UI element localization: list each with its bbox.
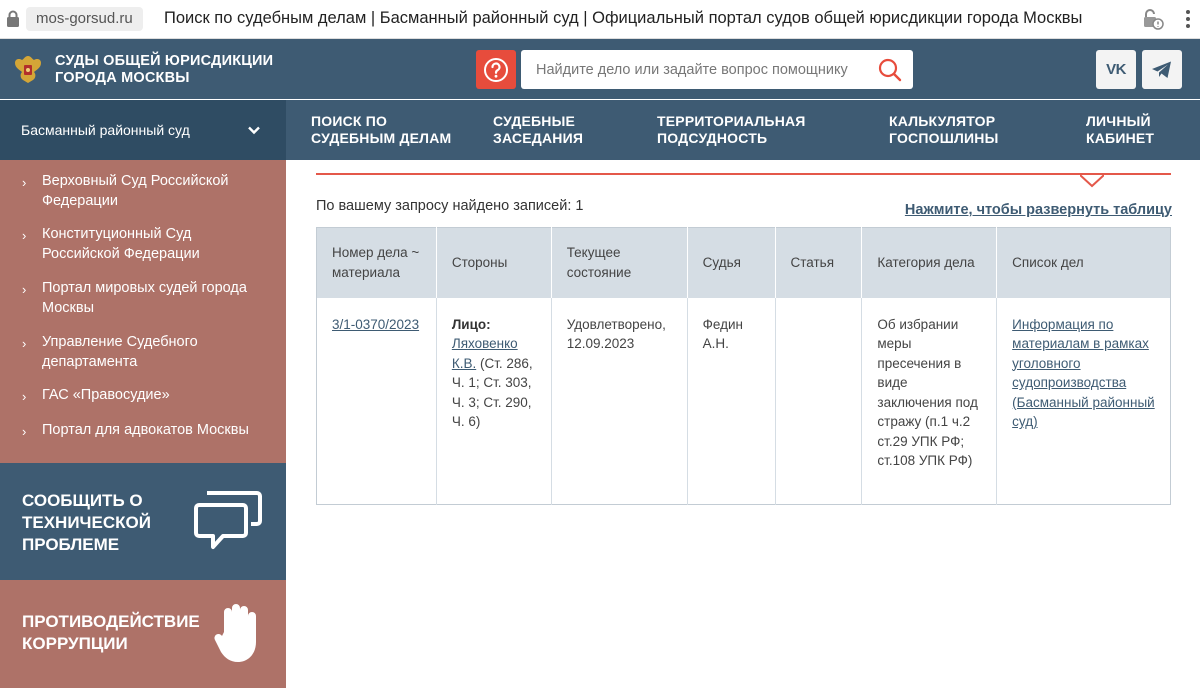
sidebar-links: › Верховный Суд Российской Федерации › Ко… xyxy=(0,160,286,463)
article-cell xyxy=(775,297,863,505)
column-header: Судья xyxy=(687,227,776,298)
column-header: Номер дела ~ материала xyxy=(316,227,437,298)
chevron-down-icon xyxy=(248,126,260,135)
chevron-right-icon: › xyxy=(22,336,27,351)
result-count: По вашему запросу найдено записей: 1 xyxy=(316,198,584,214)
parties-cell: Лицо: Ляховенко К.В. (Ст. 286, Ч. 1; Ст.… xyxy=(436,297,552,505)
hand-icon xyxy=(214,604,256,662)
case-number-cell: 3/1-0370/2023 xyxy=(316,297,437,505)
chevron-right-icon: › xyxy=(22,424,27,439)
emblem-icon[interactable] xyxy=(12,53,44,85)
table-row: 3/1-0370/2023 Лицо: Ляховенко К.В. (Ст. … xyxy=(316,297,1171,505)
nav-court-sessions[interactable]: Судебные заседания xyxy=(493,113,583,147)
search-input[interactable] xyxy=(521,50,861,89)
nav-case-search[interactable]: Поиск по судебным делам xyxy=(311,113,451,147)
nav-jurisdiction[interactable]: Территориальная подсудность xyxy=(657,113,806,147)
vk-button[interactable]: VK xyxy=(1096,50,1136,89)
court-selector-label: Басманный районный суд xyxy=(21,122,190,138)
chevron-right-icon: › xyxy=(22,282,27,297)
question-circle-icon xyxy=(484,57,508,82)
search-box xyxy=(521,50,913,89)
column-header: Категория дела xyxy=(861,227,998,298)
column-header: Список дел xyxy=(996,227,1171,298)
case-list-cell: Информация по материалам в рамках уголов… xyxy=(997,298,1171,505)
site-header: Суды общей юрисдикции города Москвы VK xyxy=(0,39,1200,99)
divider-notch-icon xyxy=(1080,174,1104,188)
content-divider xyxy=(316,173,1171,175)
column-header: Статья xyxy=(775,227,863,298)
search-icon[interactable] xyxy=(877,57,903,83)
anti-corruption[interactable]: Противодействие коррупции xyxy=(0,580,286,688)
status-cell: Удовлетворено, 12.09.2023 xyxy=(551,297,688,505)
main-nav: Поиск по судебным делам Судебные заседан… xyxy=(286,100,1200,160)
sidebar: › Верховный Суд Российской Федерации › Ко… xyxy=(0,160,286,688)
judge-cell: Федин А.Н. xyxy=(687,297,776,505)
vk-icon: VK xyxy=(1106,61,1126,78)
case-number-link[interactable]: 3/1-0370/2023 xyxy=(332,317,419,332)
expand-table-link[interactable]: Нажмите, чтобы развернуть таблицу xyxy=(905,202,1172,218)
report-technical-problem[interactable]: Сообщить о технической проблеме xyxy=(0,463,286,580)
chevron-right-icon: › xyxy=(22,175,27,190)
url-field[interactable]: mos-gorsud.ru xyxy=(26,7,143,31)
anti-corruption-label: Противодействие коррупции xyxy=(22,612,200,653)
column-header: Текущее состояние xyxy=(551,227,688,298)
nav-personal-account[interactable]: Личный кабинет xyxy=(1086,113,1154,147)
help-button[interactable] xyxy=(476,50,516,89)
column-header: Стороны xyxy=(436,227,552,298)
table-header-row: Номер дела ~ материала Стороны Текущее с… xyxy=(316,227,1171,298)
more-vertical-icon[interactable] xyxy=(1184,9,1192,29)
site-info-icon[interactable] xyxy=(1142,8,1164,30)
report-technical-problem-label: Сообщить о технической проблеме xyxy=(22,491,151,554)
site-name[interactable]: Суды общей юрисдикции города Москвы xyxy=(55,53,273,87)
nav-fee-calculator[interactable]: Калькулятор госпошлины xyxy=(889,113,998,147)
lock-icon[interactable] xyxy=(6,10,20,28)
telegram-button[interactable] xyxy=(1142,50,1182,89)
party-label: Лицо: xyxy=(451,316,491,332)
chevron-right-icon: › xyxy=(22,389,27,404)
court-selector[interactable]: Басманный районный суд xyxy=(0,100,286,160)
browser-page-title: Поиск по судебным делам | Басманный райо… xyxy=(164,9,1083,27)
results-table: Номер дела ~ материала Стороны Текущее с… xyxy=(316,227,1171,505)
category-cell: Об избрании меры пресечения в виде заклю… xyxy=(861,297,998,505)
case-list-link[interactable]: Информация по материалам в рамках уголов… xyxy=(1012,317,1155,430)
chevron-right-icon: › xyxy=(22,228,27,243)
telegram-icon xyxy=(1152,61,1171,78)
chat-bubbles-icon xyxy=(194,491,262,549)
browser-bar: mos-gorsud.ru Поиск по судебным делам | … xyxy=(0,0,1200,39)
